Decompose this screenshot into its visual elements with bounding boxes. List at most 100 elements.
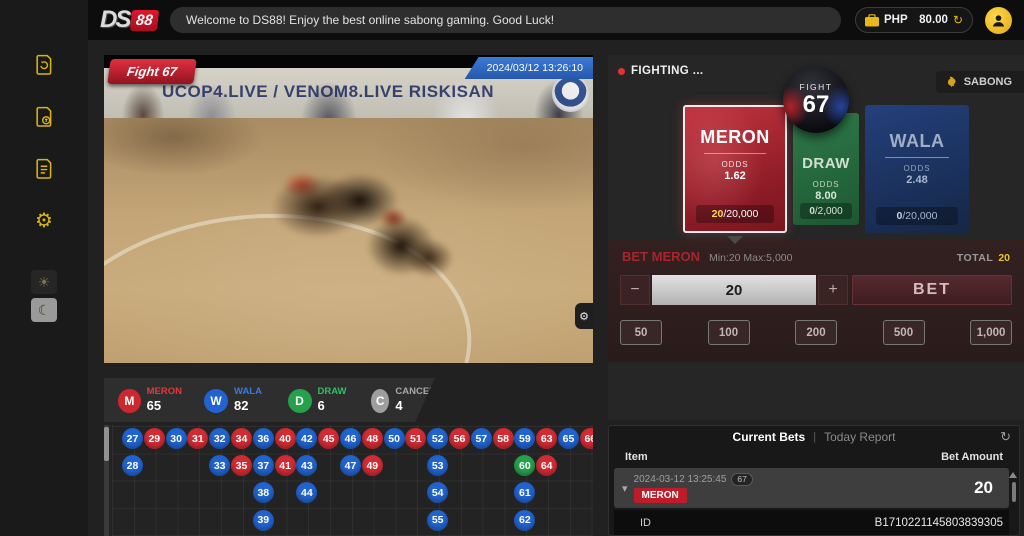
balance-value: 80.00: [919, 14, 948, 26]
result-circle-wala: 42: [296, 428, 317, 449]
card-bet-amount: 20: [712, 208, 724, 220]
logo-ds-text: DS: [100, 6, 129, 34]
result-circle-meron: 64: [536, 455, 557, 476]
bets-scroll-up-arrow[interactable]: [1009, 472, 1017, 478]
stream-watermark: UCOP4.LIVE / VENOM8.LIVE RISKISAN: [162, 82, 593, 102]
result-circle-wala: 50: [384, 428, 405, 449]
result-circle-wala: 59: [514, 428, 535, 449]
quick-100[interactable]: 100: [708, 320, 750, 345]
logo-88-text: 88: [130, 10, 159, 31]
result-circle-wala: 57: [471, 428, 492, 449]
chevron-down-icon[interactable]: ▾: [622, 482, 628, 495]
draw-dot: D: [288, 389, 312, 413]
bet-header: BET MERON Min:20 Max:5,000 TOTAL20: [608, 240, 1024, 264]
bet-row-info: 2024-03-12 13:25:4567 MERON: [634, 473, 753, 503]
card-bet-total: 0/20,000: [876, 207, 958, 225]
bet-row[interactable]: ▾ 2024-03-12 13:25:4567 MERON 20: [614, 468, 1009, 508]
bet-card-meron[interactable]: MERON ODDS 1.62 20/20,000: [683, 105, 787, 233]
welcome-marquee: Welcome to DS88! Enjoy the best online s…: [170, 7, 841, 33]
bet-records-icon[interactable]: [29, 102, 59, 132]
rooster-silhouette: [336, 196, 466, 296]
result-circle-meron: 63: [536, 428, 557, 449]
stat-value: 82: [234, 398, 262, 414]
bet-button[interactable]: BET: [852, 275, 1012, 305]
results-scrollbar[interactable]: [104, 425, 109, 536]
col-bet-amount: Bet Amount: [941, 451, 1003, 463]
topbar: DS 88 Welcome to DS88! Enjoy the best on…: [88, 0, 1024, 40]
result-circle-draw: 60: [514, 455, 535, 476]
tab-separator: |: [813, 431, 816, 443]
result-circle-wala: 27: [122, 428, 143, 449]
odds-value: 2.48: [865, 174, 969, 186]
video-quality-button[interactable]: ⚙: [575, 303, 593, 329]
total-label: TOTAL: [957, 252, 994, 264]
stat-label: WALA: [234, 386, 262, 398]
game-history-icon[interactable]: [29, 50, 59, 80]
tab-sabong[interactable]: SABONG: [936, 71, 1024, 93]
result-circle-wala: 65: [558, 428, 579, 449]
odds-value: 8.00: [793, 190, 859, 202]
light-mode-icon[interactable]: ☀: [31, 270, 57, 294]
result-circle-meron: 35: [231, 455, 252, 476]
tab-current-bets[interactable]: Current Bets: [733, 430, 806, 444]
odds-label: ODDS: [865, 164, 969, 173]
result-circle-wala: 46: [340, 428, 361, 449]
result-circle-meron: 58: [493, 428, 514, 449]
quick-500[interactable]: 500: [883, 320, 925, 345]
result-circle-meron: 66: [580, 428, 593, 449]
result-circle-wala: 33: [209, 455, 230, 476]
balance-refresh-icon[interactable]: ↻: [953, 13, 963, 27]
quick-200[interactable]: 200: [795, 320, 837, 345]
bet-timestamp: 2024-03-12 13:25:45: [634, 474, 727, 485]
result-circle-wala: 36: [253, 428, 274, 449]
person-icon: [991, 13, 1006, 28]
result-circle-meron: 49: [362, 455, 383, 476]
result-circle-wala: 39: [253, 510, 274, 531]
refresh-bets-icon[interactable]: ↻: [1000, 429, 1011, 445]
result-circle-wala: 53: [427, 455, 448, 476]
result-circle-meron: 31: [187, 428, 208, 449]
currency-label: PHP: [884, 14, 908, 26]
wallet-icon: [865, 14, 879, 27]
video-stream: UCOP4.LIVE / VENOM8.LIVE RISKISAN: [104, 68, 593, 363]
reports-icon[interactable]: [29, 154, 59, 184]
odds-label: ODDS: [685, 160, 785, 169]
quick-50[interactable]: 50: [620, 320, 662, 345]
increase-button[interactable]: +: [818, 275, 848, 305]
result-circle-wala: 47: [340, 455, 361, 476]
ds88-logo[interactable]: DS 88: [100, 6, 158, 34]
user-avatar[interactable]: [985, 7, 1012, 34]
settings-icon[interactable]: ⚙: [29, 206, 59, 236]
total-value: 20: [998, 252, 1010, 264]
bet-fight-no-badge: 67: [731, 473, 752, 486]
decrease-button[interactable]: −: [620, 275, 650, 305]
card-title: MERON: [685, 127, 785, 148]
result-circle-wala: 61: [514, 482, 535, 503]
sabong-label: SABONG: [964, 76, 1012, 88]
quick-1000[interactable]: 1,000: [970, 320, 1012, 345]
card-bet-limit: /20,000: [723, 208, 758, 220]
stat-value: 65: [147, 398, 182, 414]
scrollbar-thumb[interactable]: [104, 427, 109, 461]
odds-label: ODDS: [793, 180, 859, 189]
bet-card-wala[interactable]: WALA ODDS 2.48 0/20,000: [865, 105, 969, 233]
bet-time: 2024-03-12 13:25:45 67: [634, 473, 753, 486]
result-circle-meron: 51: [405, 428, 426, 449]
live-video-panel: UCOP4.LIVE / VENOM8.LIVE RISKISAN Fight …: [104, 55, 593, 363]
dark-mode-icon[interactable]: ☾: [31, 298, 57, 322]
card-divider: [704, 153, 766, 154]
tab-today-report[interactable]: Today Report: [824, 430, 895, 444]
bets-scrollbar-thumb[interactable]: [1012, 482, 1016, 502]
bets-column-headers: Item Bet Amount: [609, 448, 1019, 466]
card-divider: [885, 157, 949, 158]
result-circle-meron: 40: [275, 428, 296, 449]
results-grid-cells: 2729303132343640424546485051525657585963…: [112, 425, 593, 536]
amount-stepper: − 20 +: [620, 275, 848, 305]
result-circle-meron: 48: [362, 428, 383, 449]
fight-panel: FIGHTING ... SABONG FIGHT 67 MERON ODDS …: [608, 55, 1024, 420]
bet-side-label: BET MERON: [622, 249, 700, 264]
amount-input[interactable]: 20: [652, 275, 816, 305]
rooster-icon: [945, 75, 959, 89]
card-title: WALA: [865, 131, 969, 152]
wallet-pill[interactable]: PHP 80.00 ↻: [855, 7, 973, 33]
